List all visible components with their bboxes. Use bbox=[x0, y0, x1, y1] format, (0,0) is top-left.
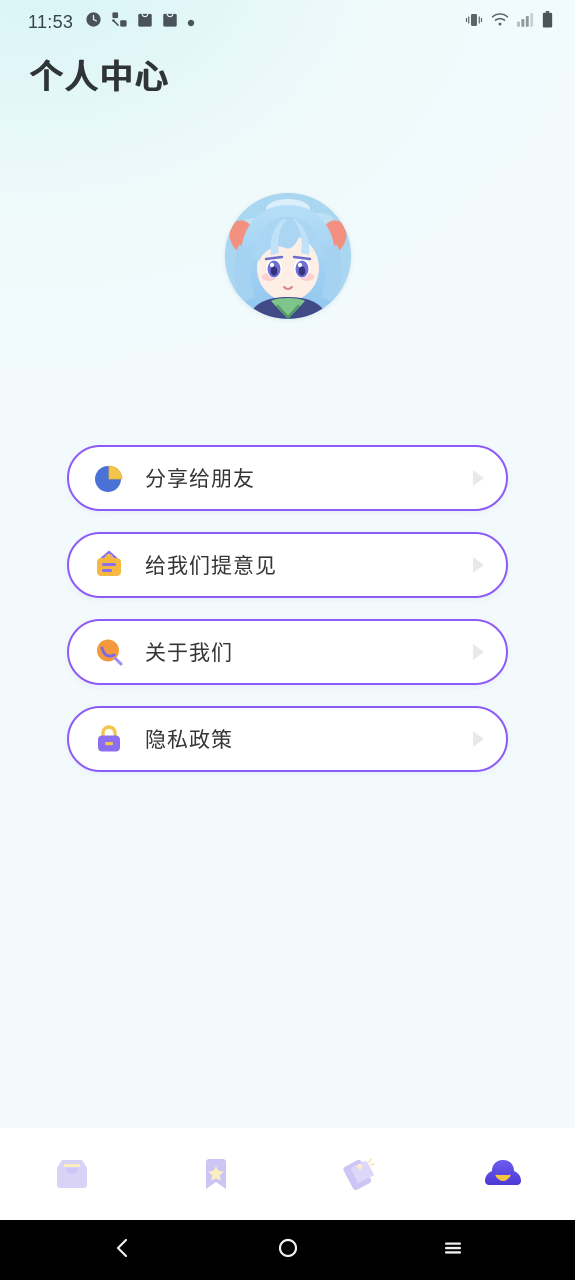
android-back-button[interactable] bbox=[40, 1220, 205, 1280]
signal-icon bbox=[517, 12, 534, 32]
tab-profile[interactable] bbox=[431, 1128, 575, 1220]
menu-item-privacy[interactable]: 隐私政策 bbox=[67, 706, 508, 772]
shopping-bag-icon bbox=[162, 11, 178, 33]
chevron-right-icon bbox=[473, 470, 484, 486]
dot-icon bbox=[187, 12, 195, 32]
status-bar-left: 11:53 bbox=[28, 11, 195, 33]
app-content: 11:53 个人中心 分享给朋友 给我们提意见 关于我们 隐私政策 bbox=[0, 0, 575, 1128]
chevron-right-icon bbox=[473, 557, 484, 573]
android-navigation-bar bbox=[0, 1220, 575, 1280]
tab-inbox[interactable] bbox=[0, 1128, 144, 1220]
menu-item-share[interactable]: 分享给朋友 bbox=[67, 445, 508, 511]
bottom-tab-bar bbox=[0, 1128, 575, 1220]
shopping-bag-icon bbox=[137, 11, 153, 33]
tab-favorites[interactable] bbox=[144, 1128, 288, 1220]
share-network-icon bbox=[111, 11, 128, 33]
lock-privacy-icon bbox=[92, 722, 126, 756]
bookmark-star-icon bbox=[193, 1151, 239, 1197]
battery-icon bbox=[542, 11, 553, 33]
page-title: 个人中心 bbox=[30, 57, 170, 96]
status-time: 11:53 bbox=[28, 11, 74, 32]
feedback-clipboard-icon bbox=[92, 548, 126, 582]
inbox-icon bbox=[49, 1151, 95, 1197]
chevron-right-icon bbox=[473, 644, 484, 660]
menu-item-label: 分享给朋友 bbox=[145, 467, 255, 491]
chevron-right-icon bbox=[473, 731, 484, 747]
chevron-left-icon bbox=[111, 1236, 135, 1265]
menu-item-label: 隐私政策 bbox=[145, 728, 233, 752]
vibrate-icon bbox=[465, 12, 483, 33]
menu-item-label: 给我们提意见 bbox=[145, 554, 277, 578]
clock-alarm-icon bbox=[85, 11, 102, 33]
magnifier-about-icon bbox=[92, 635, 126, 669]
menu-item-feedback[interactable]: 给我们提意见 bbox=[67, 532, 508, 598]
menu-item-about[interactable]: 关于我们 bbox=[67, 619, 508, 685]
hamburger-icon bbox=[441, 1236, 465, 1265]
android-recents-button[interactable] bbox=[370, 1220, 535, 1280]
phone-screen: 11:53 个人中心 分享给朋友 给我们提意见 关于我们 隐私政策 bbox=[0, 0, 575, 1280]
cloud-person-icon bbox=[480, 1151, 526, 1197]
tab-tags[interactable] bbox=[288, 1128, 432, 1220]
menu-list: 分享给朋友 给我们提意见 关于我们 隐私政策 bbox=[0, 445, 575, 772]
status-bar-right bbox=[465, 11, 553, 33]
circle-icon bbox=[276, 1236, 300, 1265]
menu-item-label: 关于我们 bbox=[145, 641, 233, 665]
avatar-container bbox=[0, 193, 575, 319]
avatar[interactable] bbox=[224, 193, 351, 319]
status-bar: 11:53 bbox=[0, 0, 575, 44]
price-tag-icon bbox=[336, 1151, 382, 1197]
pie-share-icon bbox=[92, 461, 126, 495]
android-home-button[interactable] bbox=[205, 1220, 370, 1280]
wifi-icon bbox=[491, 12, 509, 32]
